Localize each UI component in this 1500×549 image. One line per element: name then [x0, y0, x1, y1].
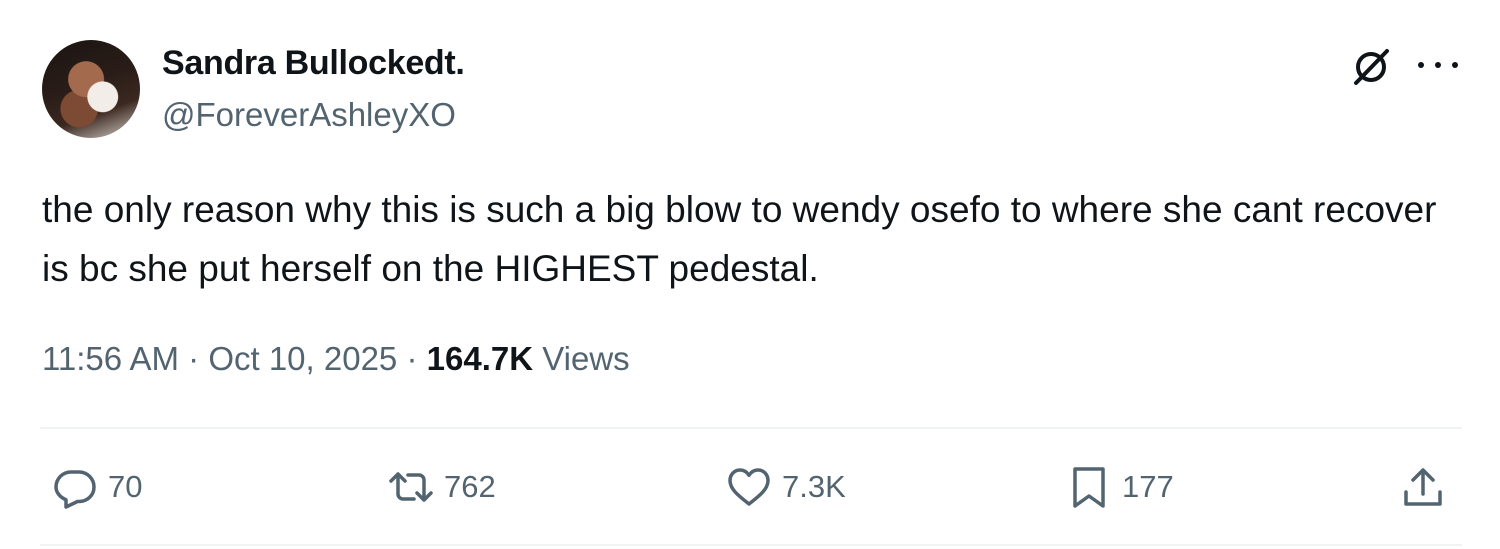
author-handle[interactable]: @ForeverAshleyXO [162, 96, 456, 134]
share-button[interactable] [1400, 462, 1446, 512]
reply-count: 70 [108, 469, 143, 504]
repost-count: 762 [444, 469, 496, 504]
author-display-name[interactable]: Sandra Bullockedt. [162, 44, 465, 83]
tweet-meta: 11:56 AM · Oct 10, 2025 · 164.7K Views [42, 340, 630, 378]
bookmark-count: 177 [1122, 469, 1174, 504]
divider-bottom [40, 544, 1462, 546]
tweet-time[interactable]: 11:56 AM [42, 340, 179, 377]
tweet-date[interactable]: Oct 10, 2025 [208, 340, 397, 377]
more-icon[interactable] [1418, 48, 1458, 82]
tweet-card: Sandra Bullockedt. @ForeverAshleyXO the … [0, 0, 1500, 549]
avatar[interactable] [42, 40, 140, 138]
meta-separator: · [188, 340, 200, 377]
meta-separator: · [406, 340, 418, 377]
tweet-text: the only reason why this is such a big b… [42, 189, 1437, 289]
like-count: 7.3K [782, 469, 846, 504]
reply-icon [52, 464, 98, 510]
repost-icon [388, 464, 434, 510]
heart-icon [726, 464, 772, 510]
repost-button[interactable]: 762 [388, 462, 496, 512]
views-label: Views [542, 340, 630, 377]
like-button[interactable]: 7.3K [726, 462, 846, 512]
divider-top [40, 427, 1462, 429]
reply-button[interactable]: 70 [52, 462, 142, 512]
grok-icon[interactable] [1350, 45, 1392, 87]
bookmark-button[interactable]: 177 [1066, 462, 1174, 512]
views-count: 164.7K [426, 340, 534, 377]
share-icon [1400, 464, 1446, 510]
bookmark-icon [1066, 464, 1112, 510]
